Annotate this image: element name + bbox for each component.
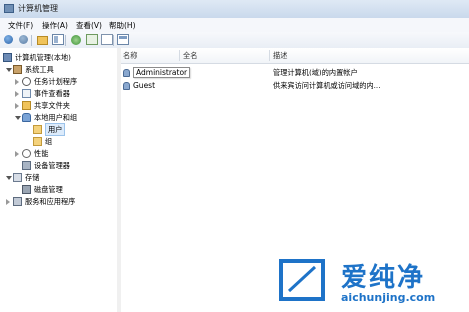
column-divider[interactable] <box>269 50 270 61</box>
tree-item-root[interactable]: 计算机管理(本地) <box>3 52 115 63</box>
user-name: Guest <box>133 81 156 90</box>
tree-item-device-manager[interactable]: 设备管理器 <box>15 160 115 171</box>
column-fullname[interactable]: 全名 <box>183 51 197 61</box>
menu-help[interactable]: 帮助(H) <box>109 20 136 31</box>
tree-item-system-tools[interactable]: 系统工具 <box>6 64 114 75</box>
tree-item-label: 服务和应用程序 <box>25 197 76 206</box>
toolbar-separator <box>65 35 66 46</box>
user-description: 供来宾访问计算机或访问域的内... <box>273 81 381 90</box>
menu-view[interactable]: 查看(V) <box>76 20 102 31</box>
performance-icon <box>22 149 31 158</box>
expand-arrow-icon[interactable] <box>6 68 12 72</box>
event-log-icon <box>22 89 31 98</box>
folder-icon <box>33 125 42 134</box>
menu-bar: 文件(F) 操作(A) 查看(V) 帮助(H) <box>0 18 469 33</box>
user-description: 管理计算机(域)的内置帐户 <box>273 68 358 77</box>
tree-item-performance[interactable]: 性能 <box>15 148 115 159</box>
export-list-icon[interactable] <box>86 34 98 45</box>
console-tree: 计算机管理(本地) 系统工具 任务计划程序 事件查看器 共享文件夹 本地用户和组… <box>0 48 118 312</box>
tree-item-disk-management[interactable]: 磁盘管理 <box>15 184 115 195</box>
watermark: 爱纯净 aichunjing.com <box>275 255 465 307</box>
help-icon[interactable] <box>101 34 113 45</box>
watermark-logo-icon <box>279 259 325 301</box>
tree-item-label: 组 <box>45 137 53 146</box>
title-bar: 计算机管理 <box>0 0 469 19</box>
tree-item-label: 事件查看器 <box>34 89 70 98</box>
tree-item-label: 任务计划程序 <box>34 77 78 86</box>
up-one-level-icon[interactable] <box>37 36 48 45</box>
toolbar <box>0 32 469 49</box>
user-icon <box>123 82 130 90</box>
tree-item-users[interactable]: 用户 <box>29 123 115 136</box>
tree-item-groups[interactable]: 组 <box>29 136 115 147</box>
column-name[interactable]: 名称 <box>123 51 137 61</box>
back-arrow-icon[interactable] <box>4 34 16 45</box>
clock-icon <box>22 77 31 86</box>
watermark-brand: 爱纯净 <box>341 263 426 293</box>
forward-arrow-icon[interactable] <box>18 34 30 45</box>
tools-icon <box>13 65 22 74</box>
list-item-guest[interactable]: Guest 供来宾访问计算机或访问域的内... <box>121 80 469 92</box>
show-hide-tree-icon[interactable] <box>52 34 64 45</box>
tree-item-shared-folders[interactable]: 共享文件夹 <box>15 100 115 111</box>
tree-item-services-apps[interactable]: 服务和应用程序 <box>6 196 114 207</box>
device-manager-icon <box>22 161 31 170</box>
tree-item-task-scheduler[interactable]: 任务计划程序 <box>15 76 115 87</box>
tree-item-event-viewer[interactable]: 事件查看器 <box>15 88 115 99</box>
tree-item-label: 计算机管理(本地) <box>15 53 71 62</box>
collapsed-arrow-icon[interactable] <box>15 79 19 85</box>
column-description[interactable]: 描述 <box>273 51 287 61</box>
tree-item-label: 磁盘管理 <box>34 185 63 194</box>
services-icon <box>13 197 22 206</box>
users-icon <box>22 113 31 122</box>
refresh-icon[interactable] <box>71 35 81 45</box>
column-header: 名称 全名 描述 <box>121 48 469 64</box>
menu-file[interactable]: 文件(F) <box>8 20 33 31</box>
menu-action[interactable]: 操作(A) <box>42 20 68 31</box>
computer-management-icon <box>4 4 14 13</box>
window-title: 计算机管理 <box>18 4 58 13</box>
show-action-pane-icon[interactable] <box>117 34 129 45</box>
toolbar-separator <box>113 35 114 46</box>
tree-item-local-users-groups[interactable]: 本地用户和组 <box>15 112 115 123</box>
tree-item-label: 用户 <box>45 123 66 136</box>
expand-arrow-icon[interactable] <box>6 176 12 180</box>
tree-item-label: 性能 <box>34 149 49 158</box>
tree-item-label: 本地用户和组 <box>34 113 78 122</box>
tree-item-label: 存储 <box>25 173 40 182</box>
tree-item-label: 共享文件夹 <box>34 101 70 110</box>
collapsed-arrow-icon[interactable] <box>15 91 19 97</box>
user-icon <box>123 69 130 77</box>
storage-icon <box>13 173 22 182</box>
collapsed-arrow-icon[interactable] <box>15 151 19 157</box>
shared-folder-icon <box>22 101 31 110</box>
watermark-url: aichunjing.com <box>341 291 436 304</box>
computer-icon <box>3 53 12 62</box>
disk-icon <box>22 185 31 194</box>
folder-icon <box>33 137 42 146</box>
collapsed-arrow-icon[interactable] <box>15 103 19 109</box>
column-divider[interactable] <box>179 50 180 61</box>
collapsed-arrow-icon[interactable] <box>6 199 10 205</box>
user-name: Administrator <box>133 67 191 78</box>
list-item-administrator[interactable]: Administrator 管理计算机(域)的内置帐户 <box>121 67 469 79</box>
expand-arrow-icon[interactable] <box>15 116 21 120</box>
tree-item-label: 设备管理器 <box>34 161 70 170</box>
tree-item-label: 系统工具 <box>25 65 54 74</box>
tree-item-storage[interactable]: 存储 <box>6 172 114 183</box>
toolbar-separator <box>31 35 32 46</box>
